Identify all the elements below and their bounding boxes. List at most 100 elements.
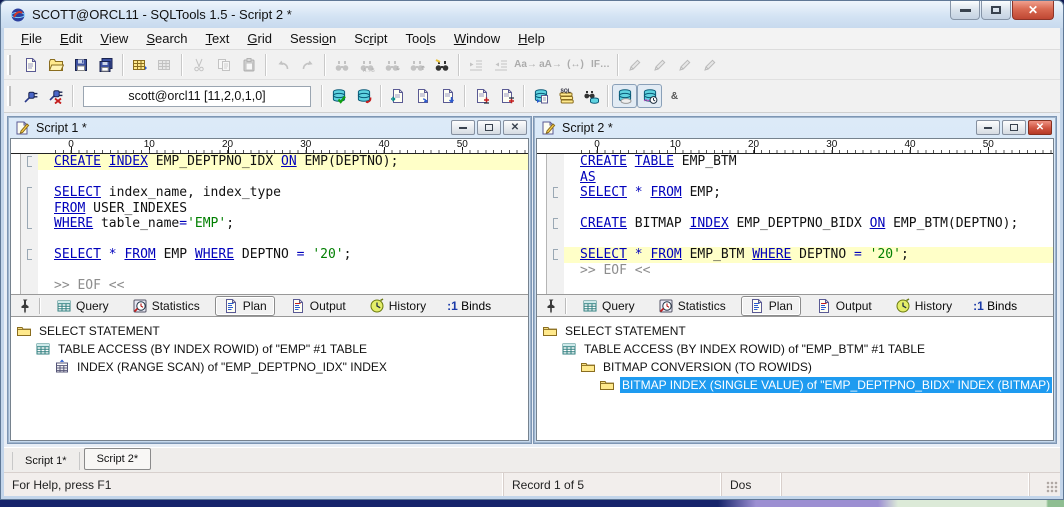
paste-button[interactable] [236,53,261,77]
save-all-button[interactable] [93,53,118,77]
resize-grip[interactable] [1046,481,1058,493]
mark-pen-next-button[interactable] [647,53,672,77]
redo-button[interactable] [295,53,320,77]
child-restore-button[interactable] [477,120,501,135]
plan-node[interactable]: BITMAP CONVERSION (TO ROWIDS) [537,358,1053,376]
new-script-button[interactable] [18,53,43,77]
connection-combo[interactable]: scott@orcl11 [11,2,0,1,0] [83,86,311,107]
autocomplete-button[interactable]: IF… [588,53,613,77]
sql-history-button[interactable]: SQL [553,84,578,108]
close-button[interactable]: ✕ [1012,1,1054,20]
execute-current-icon [390,88,406,104]
plan-node[interactable]: SELECT STATEMENT [11,322,528,340]
object-ddl-button[interactable] [528,84,553,108]
doc-tab-script1[interactable]: Script 1* [12,452,80,470]
rollback-button[interactable] [351,84,376,108]
menu-window[interactable]: Window [445,28,509,49]
tab-output[interactable]: Output [282,296,354,316]
plan-tab-icon [749,298,765,314]
tab-plan[interactable]: Plan [215,296,275,316]
menu-session[interactable]: Session [281,28,345,49]
sql-editor[interactable]: CREATE INDEX EMP_DEPTPNO_IDX ON EMP(DEPT… [38,154,528,294]
plan-node[interactable]: TABLE ACCESS (BY INDEX ROWID) of "EMP_BT… [537,340,1053,358]
menu-help[interactable]: Help [509,28,554,49]
toolbar-separator [617,54,618,76]
find-next-button[interactable] [379,53,404,77]
plan-node[interactable]: INDEX (RANGE SCAN) of "EMP_DEPTPNO_IDX" … [11,358,528,376]
sql-editor[interactable]: CREATE TABLE EMP_BTMASSELECT * FROM EMP;… [564,154,1053,294]
find-previous-button[interactable] [404,53,429,77]
tab-plan[interactable]: Plan [741,296,801,316]
tab-output[interactable]: Output [808,296,880,316]
plan-node[interactable]: SELECT STATEMENT [537,322,1053,340]
toolbar-gripper[interactable] [7,55,14,75]
copy-grid-button[interactable] [127,53,152,77]
plan-node[interactable]: TABLE ACCESS (BY INDEX ROWID) of "EMP" #… [11,340,528,358]
minimize-button[interactable] [950,1,980,20]
connect-button[interactable] [18,84,43,108]
mark-pen-button[interactable] [622,53,647,77]
maximize-button[interactable] [981,1,1011,20]
editor-margin [11,154,21,294]
toggle-statistics-toggle[interactable] [637,84,662,108]
child-minimize-button[interactable] [976,120,1000,135]
menu-script[interactable]: Script [345,28,396,49]
menu-edit[interactable]: Edit [51,28,91,49]
tab-history[interactable]: History [361,296,434,316]
code-line: SELECT * FROM EMP WHERE DEPTNO = '20'; [38,247,528,263]
toolbar-gripper[interactable] [7,86,14,106]
tab-binds[interactable]: :1 Binds [447,299,491,313]
find-button[interactable] [329,53,354,77]
tab-history[interactable]: History [887,296,960,316]
pin-icon[interactable] [17,298,33,314]
indent-button[interactable] [463,53,488,77]
toolbar-separator [181,54,182,76]
tab-statistics[interactable]: Statistics [124,296,208,316]
next-statement-button[interactable] [469,84,494,108]
child-minimize-button[interactable] [451,120,475,135]
menu-grid[interactable]: Grid [238,28,281,49]
toggle-output-toggle[interactable] [612,84,637,108]
undo-button[interactable] [270,53,295,77]
main-titlebar[interactable]: SCOTT@ORCL11 - SQLTools 1.5 - Script 2 *… [1,1,1063,28]
menu-file[interactable]: File [12,28,51,49]
menu-view[interactable]: View [91,28,137,49]
pin-icon[interactable] [543,298,559,314]
child-restore-button[interactable] [1002,120,1026,135]
execute-all-button[interactable] [435,84,460,108]
prev-statement-button[interactable] [494,84,519,108]
normalize-spaces-button[interactable]: (↔) [563,53,588,77]
plan-node[interactable]: BITMAP INDEX (SINGLE VALUE) of "EMP_DEPT… [537,376,1053,394]
child-close-button[interactable]: ✕ [503,120,527,135]
script2-titlebar[interactable]: Script 2 * ✕ [536,117,1054,138]
execute-from-cursor-button[interactable] [410,84,435,108]
tab-statistics[interactable]: Statistics [650,296,734,316]
menu-text[interactable]: Text [197,28,239,49]
uppercase-button[interactable]: aA→ [538,53,563,77]
menu-tools[interactable]: Tools [396,28,444,49]
tab-binds[interactable]: :1 Binds [973,299,1017,313]
mark-pen-prev-button[interactable] [672,53,697,77]
menu-search[interactable]: Search [137,28,196,49]
disconnect-button[interactable] [43,84,68,108]
tab-query[interactable]: Query [574,296,643,316]
doc-tab-script2[interactable]: Script 2* [84,448,152,470]
cut-button[interactable] [186,53,211,77]
tab-query[interactable]: Query [48,296,117,316]
copy-button[interactable] [211,53,236,77]
execute-current-button[interactable] [385,84,410,108]
open-file-button[interactable] [43,53,68,77]
commit-button[interactable] [326,84,351,108]
find-object-button[interactable] [578,84,603,108]
outdent-button[interactable] [488,53,513,77]
mark-pen-clear-button[interactable] [697,53,722,77]
child-close-button[interactable]: ✕ [1028,120,1052,135]
save-button[interactable] [68,53,93,77]
paste-grid-button[interactable] [152,53,177,77]
find-in-files-button[interactable] [429,53,454,77]
lowercase-button[interactable]: Aa→ [513,53,538,77]
replace-button[interactable]: A→B [354,53,379,77]
script1-titlebar[interactable]: Script 1 * ✕ [10,117,529,138]
tab-label: Output [836,299,872,313]
substitution-button[interactable]: & [662,84,687,108]
